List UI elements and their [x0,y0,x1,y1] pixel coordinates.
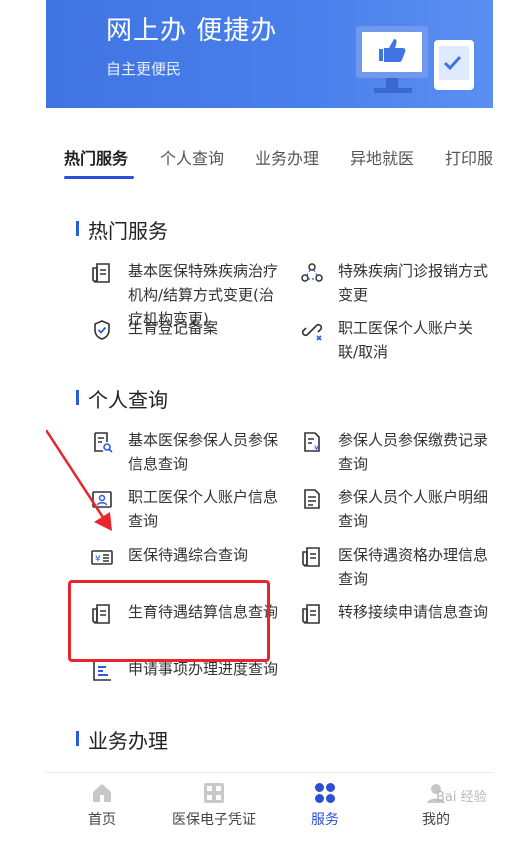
network-icon [301,263,323,282]
section-title-personal: 个人查询 [76,384,168,413]
section-title-hot: 热门服务 [76,215,168,244]
tab-hot-services[interactable]: 热门服务 [64,145,128,169]
nav-services[interactable]: 服务 [275,773,375,841]
service-tabs: 热门服务 个人查询 业务办理 异地就医 打印服 [46,140,493,182]
doc-lines-icon [304,489,320,509]
nav-e-voucher[interactable]: 医保电子凭证 [164,773,264,841]
service-label: 特殊疾病门诊报销方式变更 [338,262,489,304]
tab-personal-query[interactable]: 个人查询 [160,145,224,169]
service-label: 参保人员参保缴费记录查询 [338,431,489,473]
red-arrow-annotation [46,430,112,531]
service-label: 基本医保参保人员参保信息查询 [128,431,279,473]
shield-check-icon [94,320,110,340]
qr-code-icon [204,783,224,803]
service-label: 医保待遇资格办理信息查询 [338,546,489,588]
bottom-navigation: 首页 医保电子凭证 服务 我的 [46,772,493,841]
tab-remote-medical[interactable]: 异地就医 [350,145,414,169]
service-label: 生育登记备案 [128,319,219,337]
home-icon [93,784,111,802]
grid-icon [315,783,335,803]
service-label: 转移接续申请信息查询 [338,603,489,621]
svg-text:¥: ¥ [314,444,319,453]
section-title-business: 业务办理 [76,725,168,754]
tab-print[interactable]: 打印服 [445,145,493,169]
unlink-icon [301,323,323,341]
banner-title: 网上办 便捷办 [106,16,278,46]
service-label: 参保人员个人账户明细查询 [338,488,489,530]
banner-subtitle: 自主更便民 [106,60,182,78]
tab-business[interactable]: 业务办理 [255,145,319,169]
doc-yen-icon: ¥ [304,432,320,453]
document-icon [302,604,320,625]
document-icon [302,547,320,568]
app-frame: 网上办 便捷办 自主更便民 热门服务 个人查询 业务办理 异地就医 打印服 热门… [46,0,493,841]
progress-chart-icon [93,662,111,681]
highlight-box [68,580,270,662]
yen-card-icon: ¥ [91,550,113,565]
active-tab-indicator [64,176,134,179]
hero-banner: 网上办 便捷办 自主更便民 [46,0,493,108]
nav-home[interactable]: 首页 [52,773,152,841]
watermark: Bai 经验 [436,790,487,805]
nav-mine[interactable]: 我的 [386,773,486,841]
service-label: 职工医保个人账户关联/取消 [338,319,474,361]
service-label: 医保待遇综合查询 [128,546,249,564]
document-icon [92,263,110,284]
service-label: 职工医保个人账户信息查询 [128,488,279,530]
svg-text:¥: ¥ [95,555,101,565]
computer-thumbs-up-icon [356,26,474,93]
